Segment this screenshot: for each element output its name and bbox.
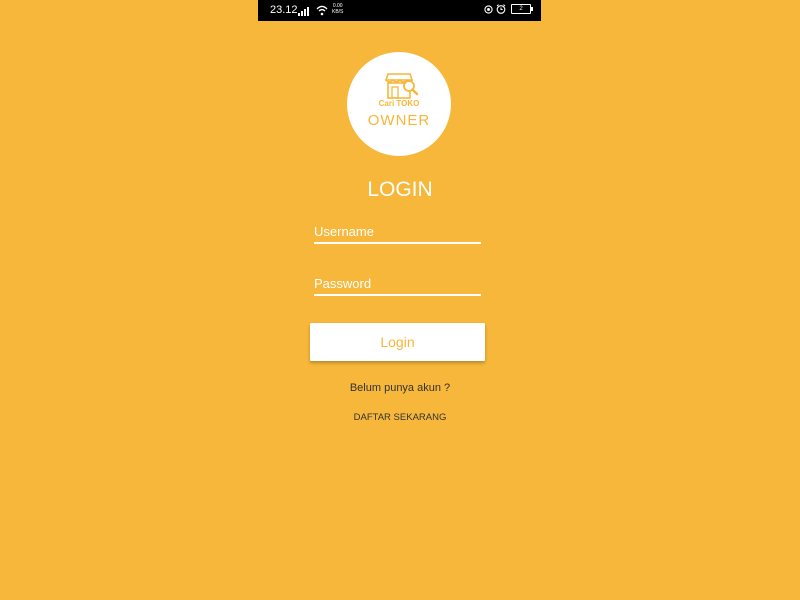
wifi-icon bbox=[316, 5, 328, 16]
register-question-text: Belum punya akun ? bbox=[349, 382, 451, 394]
network-speed-unit: KB/S bbox=[332, 9, 344, 15]
alarm-icon bbox=[496, 4, 506, 14]
battery-icon: 2 bbox=[511, 4, 533, 14]
network-speed: 0.00 KB/S bbox=[332, 3, 343, 15]
store-icon bbox=[384, 73, 419, 99]
signal-icon bbox=[298, 7, 309, 16]
username-input[interactable] bbox=[314, 220, 481, 242]
status-circle-icon bbox=[484, 4, 493, 14]
password-input[interactable] bbox=[314, 272, 481, 294]
logo-owner-text: OWNER bbox=[367, 112, 431, 129]
app-logo: Cari TOKO OWNER bbox=[347, 52, 451, 156]
username-field bbox=[314, 220, 481, 244]
status-time: 23.12 bbox=[270, 4, 298, 16]
status-right-group: 2 bbox=[484, 4, 533, 14]
login-button[interactable]: Login bbox=[310, 323, 485, 361]
password-field bbox=[314, 272, 481, 296]
status-bar: 23.12 0.00 KB/S 2 bbox=[258, 0, 541, 21]
register-now-link[interactable]: DAFTAR SEKARANG bbox=[0, 412, 800, 423]
login-title: LOGIN bbox=[367, 178, 433, 201]
logo-brand-text: Cari TOKO bbox=[378, 99, 420, 108]
